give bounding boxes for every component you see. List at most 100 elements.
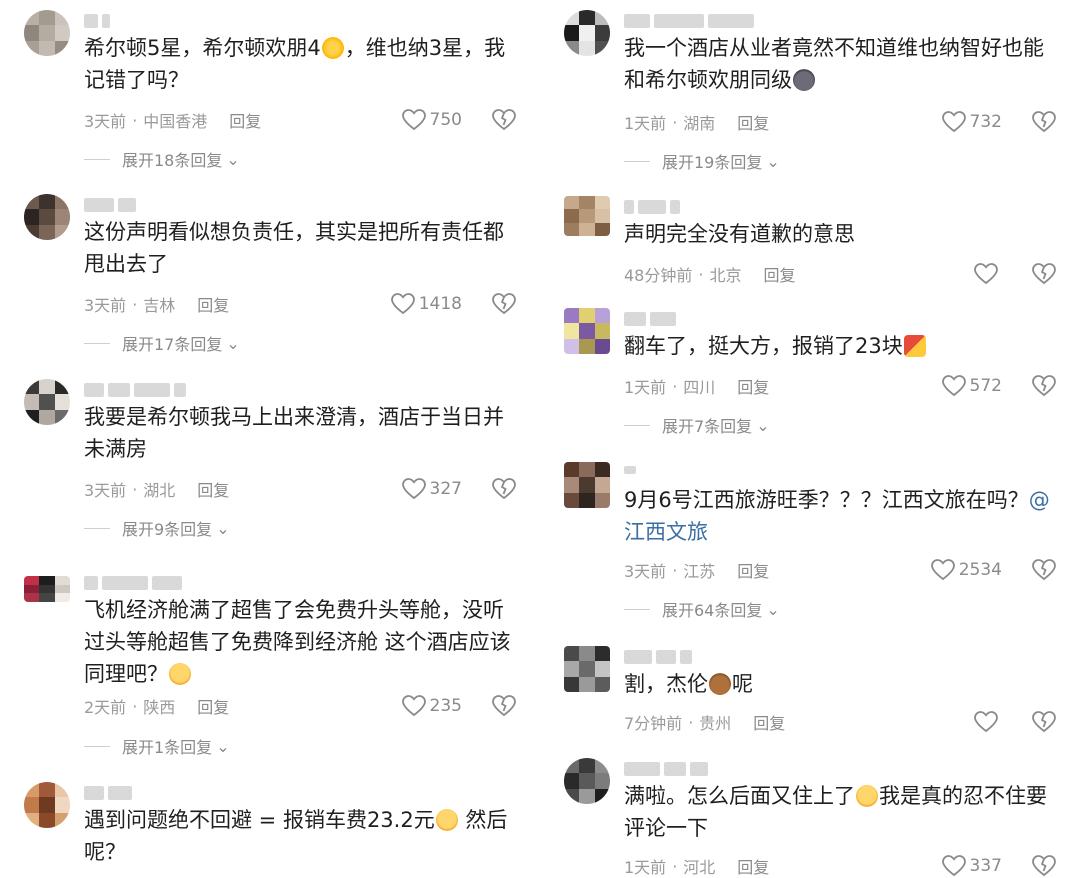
username-blurred[interactable] (624, 14, 754, 30)
avatar[interactable] (24, 194, 70, 240)
avatar[interactable] (24, 782, 70, 828)
expand-replies[interactable]: 展开64条回复 ⌄ (624, 598, 780, 620)
like-button[interactable]: 235 (401, 694, 462, 718)
comment-item: 这份声明看似想负责任，其实是把所有责任都甩出去了 3天前 · 吉林 回复 1418 展… (0, 194, 540, 364)
username-blurred[interactable] (84, 786, 132, 802)
expand-replies[interactable]: 展开1条回复 ⌄ (84, 735, 230, 757)
reply-button[interactable]: 回复 (229, 108, 261, 132)
comment-item: 9月6号江西旅游旺季？？？江西文旅在吗？@江西文旅 3天前 · 江苏 回复 2534 … (540, 462, 1080, 632)
dislike-button[interactable] (1032, 558, 1056, 582)
broken-heart-icon (1032, 559, 1056, 581)
heart-icon (390, 293, 415, 315)
broken-heart-icon (492, 293, 516, 315)
avatar[interactable] (24, 576, 70, 602)
comment-meta: 1天前 · 河北 回复 (624, 854, 769, 878)
username-blurred[interactable] (84, 383, 186, 399)
reply-button[interactable]: 回复 (737, 110, 769, 134)
chevron-down-icon: ⌄ (216, 518, 230, 538)
divider-line (84, 342, 110, 344)
comment-text: 飞机经济舱满了超售了会免费升头等舱，没听过头等舱超售了免费降到经济舱 这个酒店应… (84, 598, 511, 686)
username-blurred[interactable] (84, 14, 110, 30)
broken-heart-icon (492, 109, 516, 131)
reply-button[interactable]: 回复 (737, 558, 769, 582)
broken-heart-icon (492, 478, 516, 500)
comment-item: 飞机经济舱满了超售了会免费升头等舱，没听过头等舱超售了免费降到经济舱 这个酒店应… (0, 572, 540, 768)
like-button[interactable]: 732 (941, 110, 1002, 134)
like-button[interactable]: 2534 (930, 558, 1002, 582)
like-count: 327 (429, 479, 462, 499)
reply-button[interactable]: 回复 (197, 292, 229, 316)
dislike-button[interactable] (1032, 854, 1056, 878)
avatar[interactable] (564, 196, 610, 236)
broken-heart-icon (1032, 111, 1056, 133)
like-button[interactable] (974, 710, 1002, 734)
expand-replies[interactable]: 展开7条回复 ⌄ (624, 414, 770, 436)
username-blurred[interactable] (84, 576, 182, 592)
divider-line (624, 160, 650, 162)
heart-icon (941, 375, 966, 397)
heart-icon (401, 478, 426, 500)
avatar[interactable] (24, 379, 70, 425)
dislike-button[interactable] (1032, 110, 1056, 134)
expand-replies[interactable]: 展开17条回复 ⌄ (84, 332, 240, 354)
username-blurred[interactable] (624, 762, 708, 778)
avatar[interactable] (564, 646, 610, 692)
chevron-down-icon: ⌄ (766, 599, 780, 619)
reply-button[interactable]: 回复 (737, 854, 769, 878)
left-column: 希尔顿5星，希尔顿欢朋4 ，维也纳3星，我记错了吗？ 3天前 · 中国香港 回复 750… (0, 0, 540, 878)
chevron-down-icon: ⌄ (226, 149, 240, 169)
dislike-button[interactable] (1032, 374, 1056, 398)
username-blurred[interactable] (84, 198, 136, 214)
reply-button[interactable]: 回复 (737, 374, 769, 398)
comment-meta: 7分钟前 · 贵州 回复 (624, 710, 785, 734)
comment-text: 我一个酒店从业者竟然不知道维也纳智好也能和希尔顿欢朋同级 (624, 36, 1044, 92)
comment-meta: 3天前 · 江苏 回复 (624, 558, 769, 582)
reply-button[interactable]: 回复 (197, 694, 229, 718)
username-blurred[interactable] (624, 650, 692, 666)
like-button[interactable]: 750 (401, 108, 462, 132)
divider-line (624, 608, 650, 610)
like-button[interactable]: 1418 (390, 292, 462, 316)
comment-text: 希尔顿5星，希尔顿欢朋4 ，维也纳3星，我记错了吗？ (84, 36, 506, 92)
dislike-button[interactable] (1032, 262, 1056, 286)
comment-text: 遇到问题绝不回避 = 报销车费23.2元 然后呢？ (84, 808, 508, 864)
broken-heart-icon (1032, 375, 1056, 397)
avatar[interactable] (564, 10, 610, 56)
expand-replies[interactable]: 展开18条回复 ⌄ (84, 148, 240, 170)
username-blurred[interactable] (624, 312, 676, 328)
like-button[interactable]: 337 (941, 854, 1002, 878)
comment-meta: 1天前 · 四川 回复 (624, 374, 769, 398)
heart-icon (401, 109, 426, 131)
dislike-button[interactable] (1032, 710, 1056, 734)
reply-button[interactable]: 回复 (763, 262, 795, 286)
username-blurred[interactable] (624, 200, 680, 216)
comment-item: 翻车了，挺大方，报销了23块 1天前 · 四川 回复 572 展开7条回复 ⌄ (540, 308, 1080, 448)
crying-emoji-icon (435, 809, 458, 831)
dislike-button[interactable] (492, 108, 516, 132)
avatar[interactable] (564, 758, 610, 804)
like-button[interactable] (974, 262, 1002, 286)
avatar[interactable] (564, 462, 610, 508)
comment-meta: 3天前 · 湖北 回复 (84, 477, 229, 501)
like-count: 750 (429, 110, 462, 130)
reply-button[interactable]: 回复 (197, 477, 229, 501)
dislike-button[interactable] (492, 694, 516, 718)
avatar[interactable] (564, 308, 610, 354)
dislike-button[interactable] (492, 477, 516, 501)
like-count: 235 (429, 696, 462, 716)
comment-meta: 2天前 · 陕西 回复 (84, 694, 229, 718)
avatar[interactable] (24, 10, 70, 56)
comment-item: 满啦。怎么后面又住上了 我是真的忍不住要评论一下 1天前 · 河北 回复 337 (540, 758, 1080, 878)
chevron-down-icon: ⌄ (226, 333, 240, 353)
heart-icon (974, 263, 998, 285)
dislike-button[interactable] (492, 292, 516, 316)
expand-replies[interactable]: 展开19条回复 ⌄ (624, 150, 780, 172)
comment-meta: 48分钟前 · 北京 回复 (624, 262, 796, 286)
username-blurred[interactable] (624, 466, 636, 482)
comment-meta: 1天前 · 湖南 回复 (624, 110, 769, 134)
expand-replies[interactable]: 展开9条回复 ⌄ (84, 517, 230, 539)
like-button[interactable]: 327 (401, 477, 462, 501)
like-button[interactable]: 572 (941, 374, 1002, 398)
reply-button[interactable]: 回复 (753, 710, 785, 734)
broken-heart-icon (1032, 855, 1056, 877)
